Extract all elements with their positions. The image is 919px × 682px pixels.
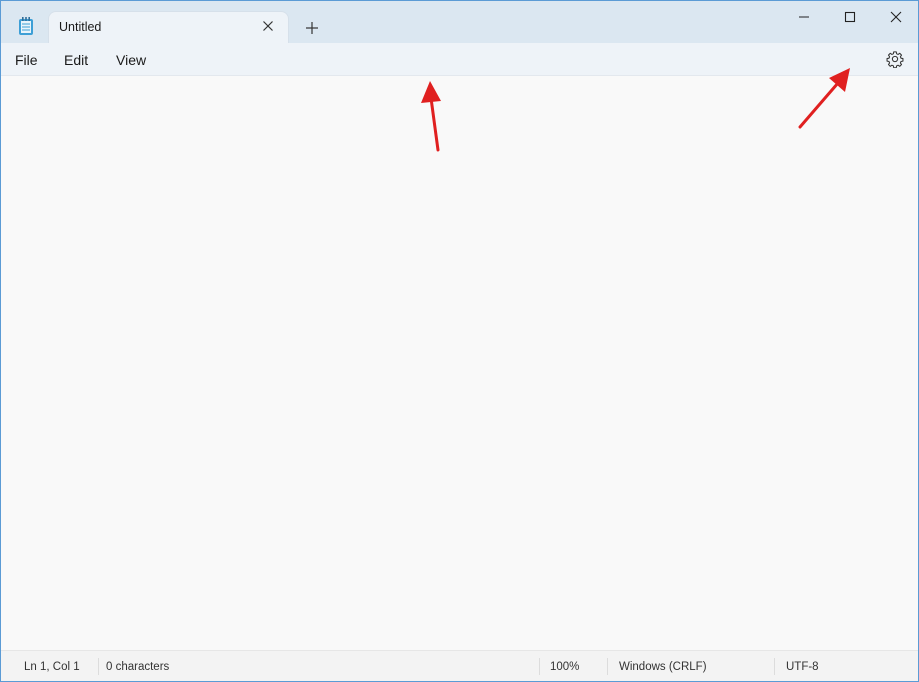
settings-button[interactable]	[886, 50, 904, 68]
status-divider	[774, 658, 775, 675]
menu-file[interactable]: File	[15, 52, 38, 68]
notepad-icon	[17, 16, 35, 36]
status-bar: Ln 1, Col 1 0 characters 100% Windows (C…	[1, 650, 918, 682]
maximize-icon	[844, 11, 856, 23]
text-editor[interactable]	[1, 76, 918, 650]
character-count: 0 characters	[106, 661, 169, 673]
cursor-position[interactable]: Ln 1, Col 1	[24, 661, 80, 673]
close-icon[interactable]	[260, 18, 276, 34]
encoding[interactable]: UTF-8	[786, 661, 819, 673]
close-window-button[interactable]	[873, 1, 919, 33]
notepad-window: Untitled	[0, 0, 919, 682]
line-ending[interactable]: Windows (CRLF)	[619, 661, 707, 673]
status-divider	[607, 658, 608, 675]
gear-icon	[886, 50, 904, 68]
zoom-level[interactable]: 100%	[550, 661, 579, 673]
tab-untitled[interactable]: Untitled	[49, 12, 288, 43]
tab-title: Untitled	[59, 20, 101, 34]
menu-bar: File Edit View	[1, 43, 918, 76]
menu-edit[interactable]: Edit	[64, 52, 88, 68]
minimize-button[interactable]	[781, 1, 827, 33]
new-tab-button[interactable]	[301, 17, 323, 39]
menu-view[interactable]: View	[116, 52, 146, 68]
maximize-button[interactable]	[827, 1, 873, 33]
status-divider	[98, 658, 99, 675]
minimize-icon	[798, 11, 810, 23]
plus-icon	[301, 17, 323, 39]
title-bar: Untitled	[1, 1, 918, 43]
close-icon	[890, 11, 902, 23]
status-divider	[539, 658, 540, 675]
